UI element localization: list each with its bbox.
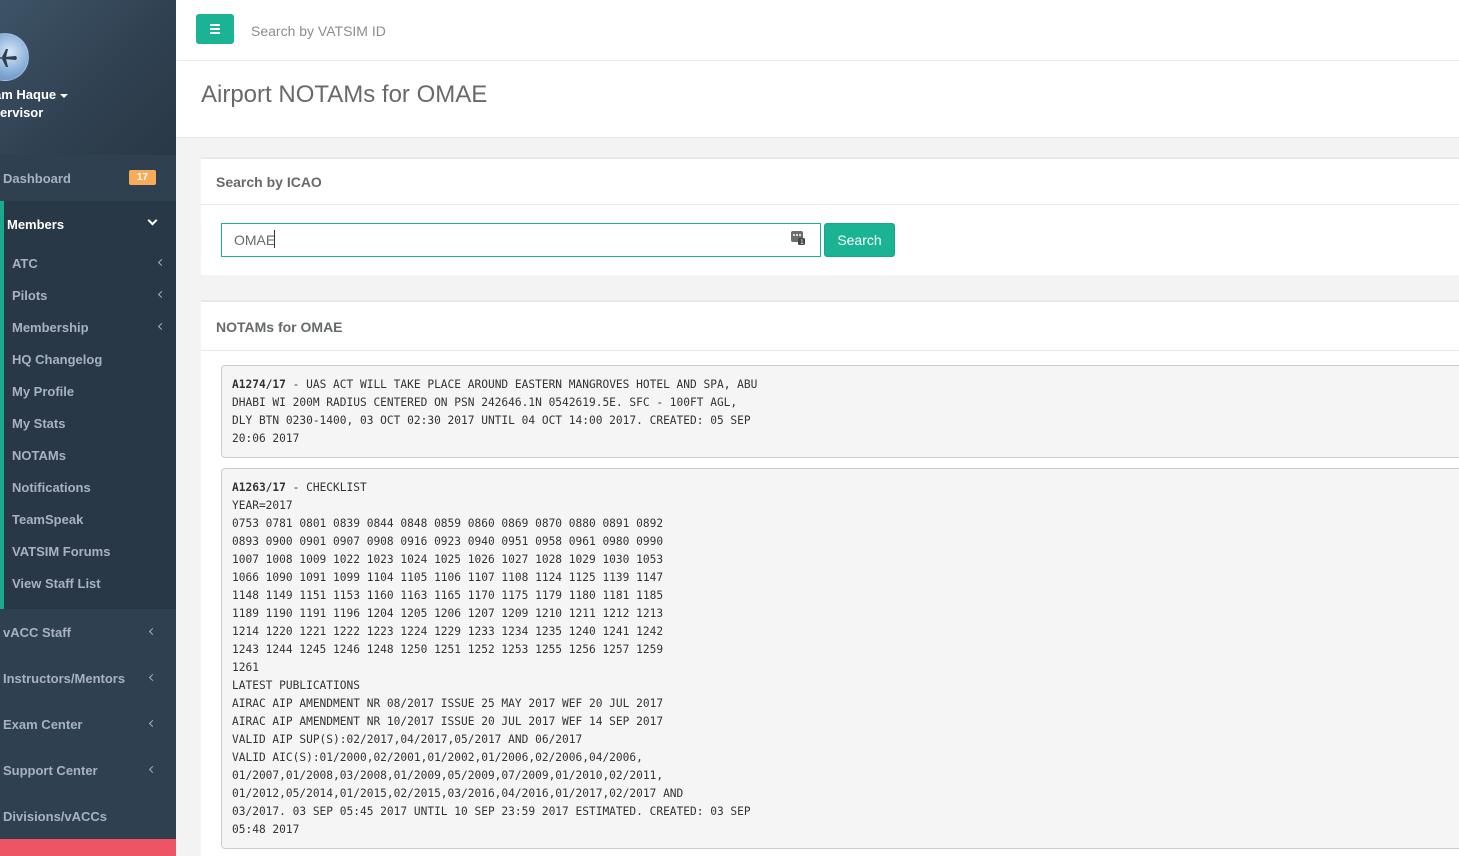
airplane-icon [0, 49, 17, 67]
sidebar-item-label: Exam Center [3, 716, 83, 732]
search-button[interactable]: Search [824, 223, 895, 257]
sidebar-item-dashboard[interactable]: Dashboard 17 [0, 155, 176, 201]
sidebar-item-members: Members ATC Pilots Membership HQ Changel… [0, 201, 176, 609]
menu-toggle-button[interactable] [196, 14, 234, 44]
sidebar-logout-bar[interactable] [0, 839, 176, 856]
page-heading: Airport NOTAMs for OMAE [176, 61, 1459, 138]
sidebar-item-notams[interactable]: NOTAMs [4, 439, 176, 471]
chevron-left-icon [157, 290, 166, 299]
sidebar-item-notifications[interactable]: Notifications [4, 471, 176, 503]
svg-text:1: 1 [800, 239, 804, 245]
panel-header: Search by ICAO [201, 159, 1459, 205]
chevron-left-icon [148, 627, 157, 636]
sidebar-item-label: Pilots [12, 287, 48, 303]
sidebar-item-label: View Staff List [12, 575, 101, 591]
vatsim-id-search-input[interactable] [251, 20, 551, 42]
sidebar-item-divisions-vaccs[interactable]: Divisions/vACCs [0, 793, 176, 839]
sidebar-item-label: vACC Staff [3, 624, 71, 640]
caret-down-icon [60, 93, 69, 98]
sidebar-item-vatsim-forums[interactable]: VATSIM Forums [4, 535, 176, 567]
notam-entry: A1274/17 - UAS ACT WILL TAKE PLACE AROUN… [221, 365, 1459, 458]
sidebar-item-my-profile[interactable]: My Profile [4, 375, 176, 407]
avatar[interactable] [0, 33, 29, 81]
panel-title: NOTAMs for OMAE [216, 319, 343, 335]
panel-title: Search by ICAO [216, 174, 322, 190]
sidebar-item-label: My Stats [12, 415, 66, 431]
sidebar-item-label: Instructors/Mentors [3, 670, 126, 686]
icao-search-panel: Search by ICAO Search [201, 157, 1459, 275]
sidebar-item-label: ATC [12, 255, 38, 271]
sidebar-item-label: Members [7, 216, 65, 232]
sidebar-item-membership[interactable]: Membership [4, 311, 176, 343]
sidebar-item-label: NOTAMs [12, 447, 66, 463]
profile-header: am Haque pervisor [0, 0, 176, 155]
sidebar-item-label: Membership [12, 319, 89, 335]
sidebar-item-view-staff-list[interactable]: View Staff List [4, 567, 176, 599]
hamburger-icon [210, 24, 220, 26]
notam-text: - UAS ACT WILL TAKE PLACE AROUND EASTERN… [232, 378, 758, 445]
notam-id: A1274/17 [232, 378, 286, 391]
icao-search-input[interactable] [221, 223, 821, 257]
sidebar-item-label: TeamSpeak [12, 511, 84, 527]
profile-name[interactable]: am Haque [0, 87, 69, 102]
panel-header: NOTAMs for OMAE [201, 302, 1459, 351]
chevron-left-icon [148, 765, 157, 774]
notam-text: - CHECKLIST YEAR=2017 0753 0781 0801 083… [232, 481, 751, 836]
sidebar-item-label: Notifications [12, 479, 91, 495]
top-navbar [176, 0, 1459, 61]
chevron-down-icon [147, 215, 158, 226]
sidebar-item-exam-center[interactable]: Exam Center [0, 701, 176, 747]
profile-role: pervisor [0, 105, 44, 120]
sidebar-item-my-stats[interactable]: My Stats [4, 407, 176, 439]
sidebar: am Haque pervisor Dashboard 17 Members A… [0, 0, 176, 856]
notam-id: A1263/17 [232, 481, 286, 494]
notification-badge: 17 [128, 170, 156, 185]
page-title: Airport NOTAMs for OMAE [201, 81, 488, 108]
sidebar-item-support-center[interactable]: Support Center [0, 747, 176, 793]
sidebar-item-label: Dashboard [3, 170, 71, 186]
sidebar-item-vacc-staff[interactable]: vACC Staff [0, 609, 176, 655]
sidebar-item-hq-changelog[interactable]: HQ Changelog [4, 343, 176, 375]
chevron-left-icon [148, 673, 157, 682]
sidebar-item-label: Support Center [3, 762, 98, 778]
sidebar-item-label: HQ Changelog [12, 351, 103, 367]
sidebar-item-label: Divisions/vACCs [3, 808, 108, 824]
text-cursor [274, 230, 275, 248]
sidebar-item-pilots[interactable]: Pilots [4, 279, 176, 311]
sidebar-item-label: VATSIM Forums [12, 543, 111, 559]
sidebar-members-toggle[interactable]: Members [4, 201, 176, 247]
chevron-left-icon [157, 258, 166, 267]
notam-entry: A1263/17 - CHECKLIST YEAR=2017 0753 0781… [221, 468, 1459, 849]
sidebar-item-label: My Profile [12, 383, 75, 399]
sidebar-item-instructors-mentors[interactable]: Instructors/Mentors [0, 655, 176, 701]
sidebar-item-teamspeak[interactable]: TeamSpeak [4, 503, 176, 535]
chevron-left-icon [148, 719, 157, 728]
chevron-left-icon [157, 322, 166, 331]
autofill-icon[interactable]: 1 [791, 231, 805, 245]
sidebar-item-atc[interactable]: ATC [4, 247, 176, 279]
